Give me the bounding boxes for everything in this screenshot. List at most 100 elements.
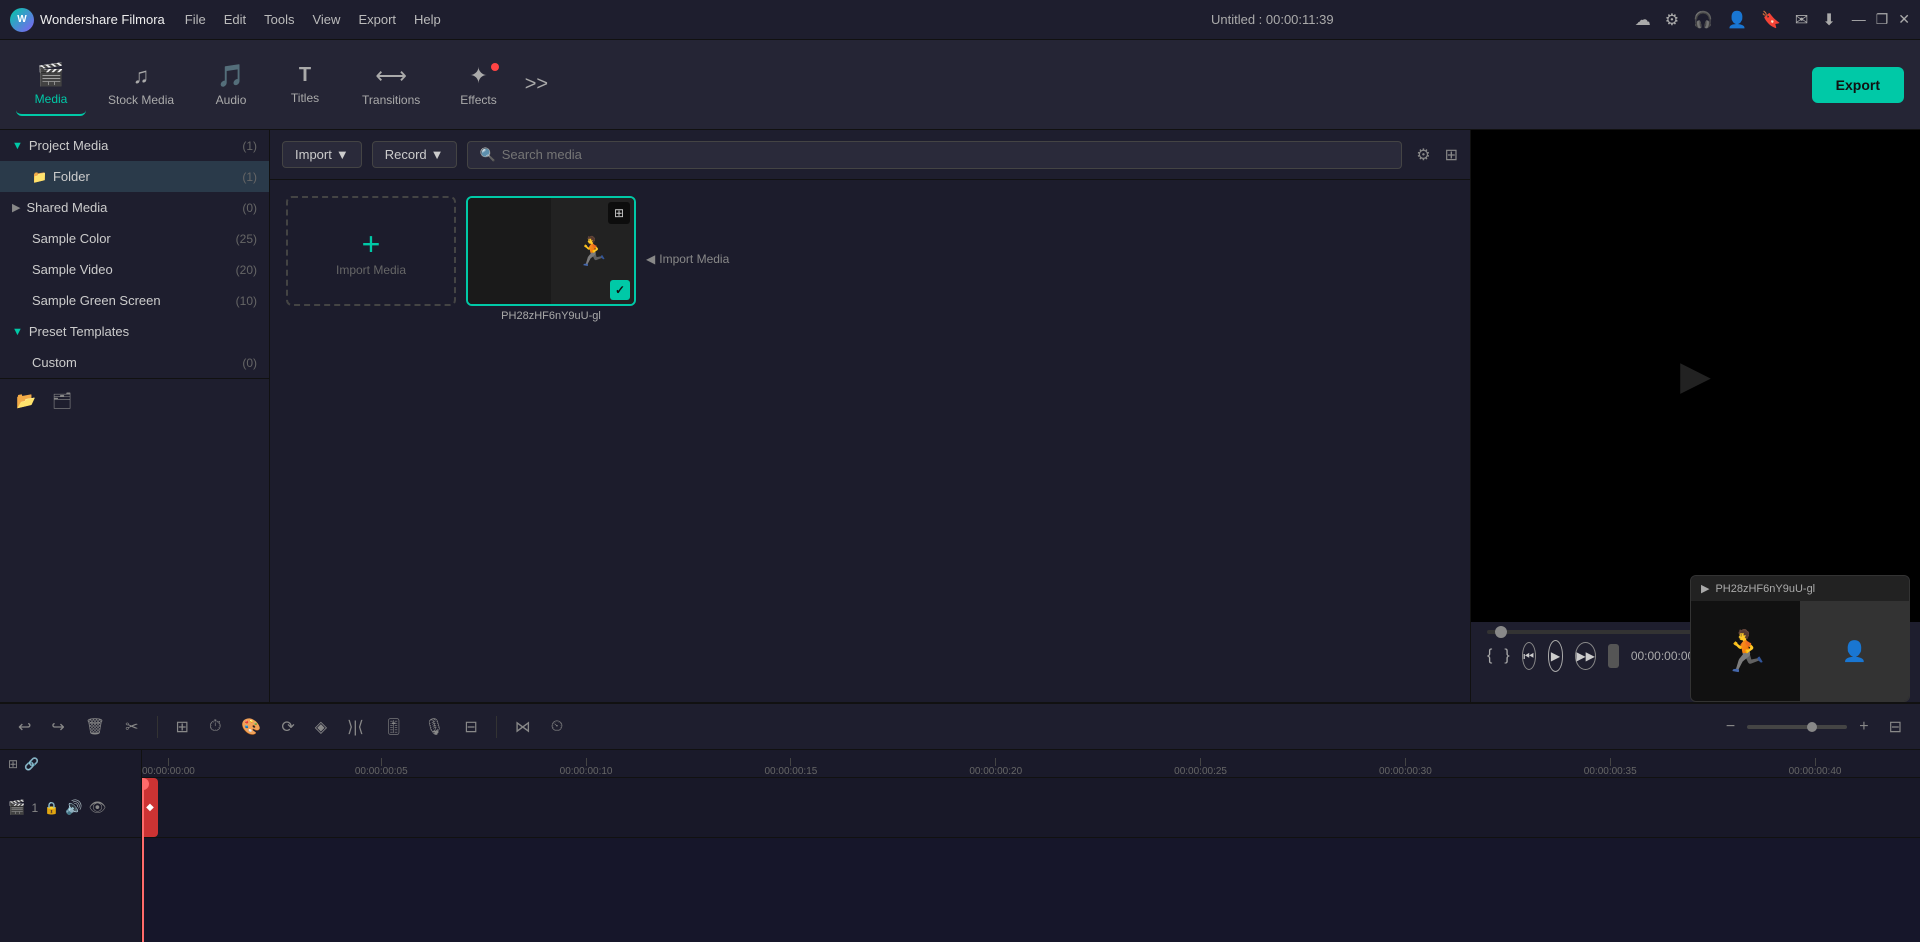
effect-button[interactable]: ◈ <box>309 713 333 741</box>
sample-green-screen-item[interactable]: Sample Green Screen (10) <box>0 285 269 316</box>
download-icon[interactable]: ⬇ <box>1822 10 1835 30</box>
play-forward-button[interactable]: ▶▶ <box>1575 642 1595 670</box>
more-tools-button[interactable]: >> <box>525 73 548 96</box>
tool-transitions[interactable]: ⟷ Transitions <box>344 55 438 115</box>
menu-file[interactable]: File <box>185 12 206 27</box>
account-icon[interactable]: 👤 <box>1727 10 1747 30</box>
zoom-slider[interactable] <box>1747 725 1847 729</box>
sample-video-item[interactable]: Sample Video (20) <box>0 254 269 285</box>
step-back-button[interactable]: ⏮ <box>1522 642 1536 670</box>
cut-button[interactable]: ✂ <box>119 713 144 741</box>
tool-effects[interactable]: ✦ Effects <box>442 55 514 115</box>
folder-count: (1) <box>242 170 257 184</box>
import-placeholder[interactable]: + Import Media <box>286 196 456 306</box>
bookmark-icon[interactable]: 🔖 <box>1761 10 1781 30</box>
shared-media-item[interactable]: ▶ Shared Media (0) <box>0 192 269 223</box>
tool-media[interactable]: 🎬 Media <box>16 54 86 116</box>
audio-icon[interactable]: 🔊 <box>65 799 82 816</box>
tool-stock-media[interactable]: ♫ Stock Media <box>90 55 192 115</box>
delete-button[interactable]: 🗑 <box>79 713 111 741</box>
menu-edit[interactable]: Edit <box>224 12 246 27</box>
snap-button[interactable]: ⋈ <box>509 713 537 741</box>
label-10: 00:00:00:10 <box>560 766 613 777</box>
sample-color-item[interactable]: Sample Color (25) <box>0 223 269 254</box>
eye-icon[interactable]: 👁 <box>89 799 107 816</box>
import-arrow-label: Import Media <box>659 252 729 266</box>
menu-tools[interactable]: Tools <box>264 12 294 27</box>
maximize-button[interactable]: ❐ <box>1876 11 1889 28</box>
new-folder-button[interactable]: 📂 <box>12 387 40 415</box>
media-filename: PH28zHF6nY9uU-gl <box>466 310 636 322</box>
subtitle-button[interactable]: ⊟ <box>458 713 483 741</box>
tool-titles[interactable]: T Titles <box>270 56 340 113</box>
transform-button[interactable]: ⟳ <box>275 713 300 741</box>
preview-placeholder: ▶ <box>1680 353 1711 399</box>
menu-bar: File Edit Tools View Export Help <box>185 12 910 27</box>
preset-templates-item[interactable]: ▼ Preset Templates <box>0 316 269 347</box>
arrow-left-icon: ◀ <box>646 252 655 266</box>
custom-item[interactable]: Custom (0) <box>0 347 269 378</box>
media-thumbnail[interactable]: 🏃 ⊞ ✓ <box>466 196 636 306</box>
stop-button[interactable] <box>1608 644 1619 668</box>
lock-icon[interactable]: 🔒 <box>44 801 59 815</box>
ruler-mark-35: 00:00:00:35 <box>1584 758 1637 777</box>
crop-button[interactable]: ⊞ <box>170 713 195 741</box>
track-lane-1[interactable]: ◆ <box>142 778 1920 838</box>
media-grid: + Import Media 🏃 ⊞ ✓ PH28zHF6nY9uU-gl <box>270 180 1470 702</box>
media-item[interactable]: 🏃 ⊞ ✓ PH28zHF6nY9uU-gl <box>466 196 636 322</box>
tick-0 <box>168 758 169 766</box>
minimize-button[interactable]: — <box>1852 11 1866 28</box>
import-arrow[interactable]: ◀ Import Media <box>646 196 729 322</box>
denoise-button[interactable]: 🎙 <box>418 713 450 741</box>
mark-in-button[interactable]: { <box>1487 647 1492 665</box>
preview-screen: ▶ <box>1471 130 1920 622</box>
fit-button[interactable]: ⊟ <box>1883 713 1908 741</box>
audio-mix-button[interactable]: 🎚 <box>378 713 410 741</box>
import-button[interactable]: Import ▼ <box>282 141 362 168</box>
search-input[interactable] <box>502 147 1390 162</box>
menu-view[interactable]: View <box>312 12 340 27</box>
folder-item[interactable]: 📁 Folder (1) <box>0 161 269 192</box>
titles-label: Titles <box>291 91 319 105</box>
color-button[interactable]: 🎨 <box>235 713 267 741</box>
close-button[interactable]: ✕ <box>1898 11 1910 28</box>
import-media-label: Import Media <box>336 263 406 277</box>
custom-count: (0) <box>242 356 257 370</box>
grid-view-icon[interactable]: ⊞ <box>1445 145 1458 165</box>
cloud-icon[interactable]: ☁ <box>1635 10 1651 30</box>
tool-audio[interactable]: 🎵 Audio <box>196 55 266 115</box>
settings-icon[interactable]: ⚙ <box>1665 10 1679 30</box>
import-label: Import <box>295 147 332 162</box>
search-box[interactable]: 🔍 <box>467 141 1403 169</box>
project-media-item[interactable]: ▼ Project Media (1) <box>0 130 269 161</box>
speed-button[interactable]: ⏱ <box>203 714 227 740</box>
track-number: 1 <box>31 801 38 815</box>
tp-frame-left: 🏃 <box>1691 601 1800 701</box>
zoom-in-button[interactable]: + <box>1853 714 1874 740</box>
zoom-out-button[interactable]: − <box>1720 714 1741 740</box>
playhead-marker: ◆ <box>146 802 154 813</box>
tick-20 <box>995 758 996 766</box>
filter-icon[interactable]: ⚙ <box>1416 145 1430 165</box>
menu-help[interactable]: Help <box>414 12 441 27</box>
export-button[interactable]: Export <box>1812 67 1904 103</box>
folder-label: Folder <box>53 169 90 184</box>
play-button[interactable]: ▶ <box>1548 640 1564 672</box>
email-icon[interactable]: ✉ <box>1795 10 1808 30</box>
project-media-arrow: ▼ <box>12 140 23 152</box>
timer-button[interactable]: ⏲ <box>545 714 569 740</box>
ruler-mark-20: 00:00:00:20 <box>969 758 1022 777</box>
new-track-button[interactable]: ⊞ <box>8 757 18 771</box>
redo-button[interactable]: ↪ <box>45 713 70 741</box>
headphones-icon[interactable]: 🎧 <box>1693 10 1713 30</box>
undo-button[interactable]: ↩ <box>12 713 37 741</box>
delete-folder-button[interactable]: 🗂 <box>48 387 76 415</box>
track-header-ruler: ⊞ 🔗 <box>0 750 142 778</box>
link-button[interactable]: 🔗 <box>24 757 39 771</box>
record-button[interactable]: Record ▼ <box>372 141 457 168</box>
split-button[interactable]: ⟩|⟨ <box>341 713 370 741</box>
person-icon: 🏃 <box>575 235 610 268</box>
menu-export[interactable]: Export <box>358 12 396 27</box>
mark-out-button[interactable]: } <box>1504 647 1509 665</box>
tick-30 <box>1405 758 1406 766</box>
